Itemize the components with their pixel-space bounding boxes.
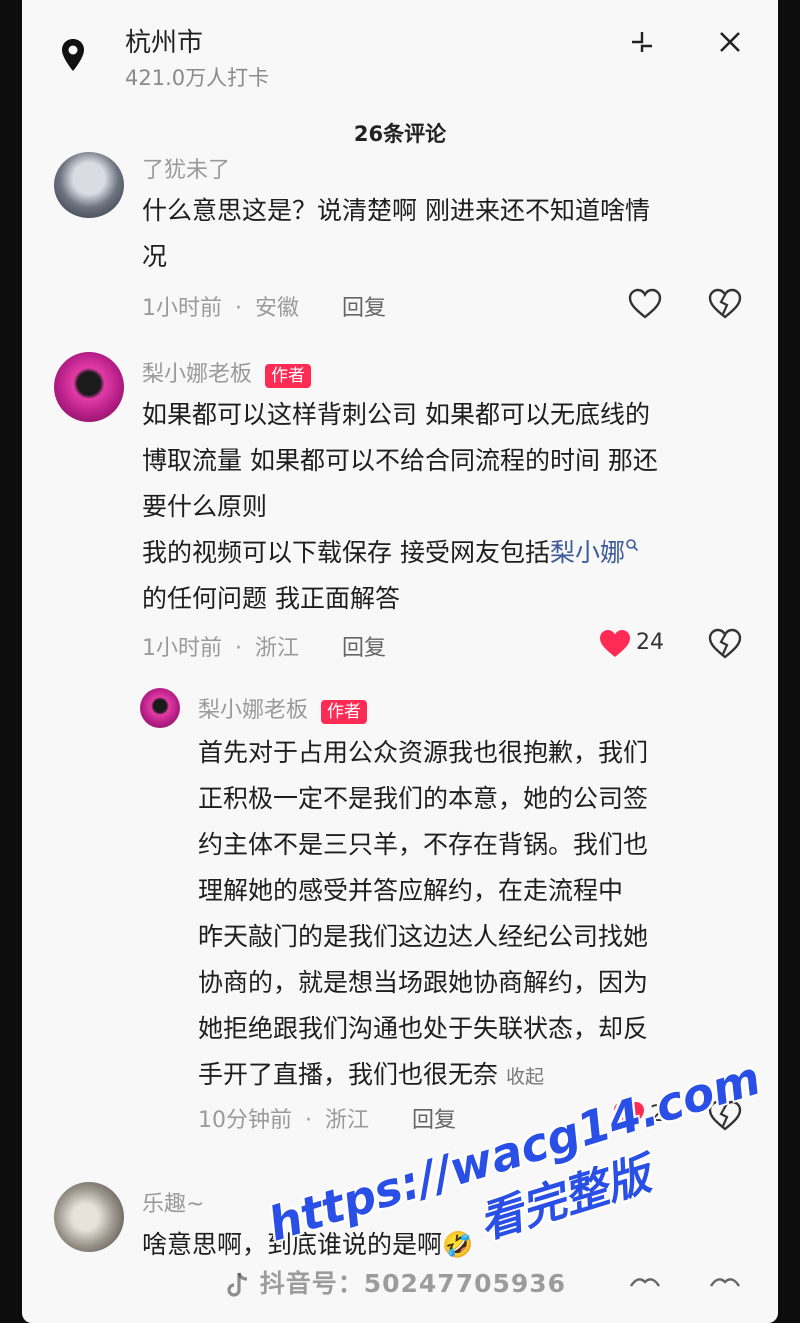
comment-text: 什么意思这是？说清楚啊 刚进来还不知道啥情 况 (142, 188, 762, 280)
comment-text-line: 首先对于占用公众资源我也很抱歉，我们 (198, 738, 649, 767)
mention-link[interactable]: 梨小娜 (550, 538, 625, 567)
comment-count: 26条评论 (353, 122, 447, 146)
comment-username[interactable]: 梨小娜老板 作者 (198, 692, 368, 724)
comment-meta: 1小时前 · 浙江 (142, 630, 299, 662)
comment-text-segment: 我的视频可以下载保存 接受网友包括 (142, 538, 550, 567)
comment-text-line: 什么意思这是？说清楚啊 刚进来还不知道啥情 (142, 196, 650, 225)
bottom-faded-icon (709, 1278, 741, 1287)
douyin-watermark: 抖音号：50247705936 (226, 1264, 566, 1300)
douyin-id: 抖音号：50247705936 (259, 1269, 567, 1298)
avatar[interactable] (54, 152, 124, 218)
comment-region: 浙江 (325, 1108, 370, 1133)
comment-text-line: 我的视频可以下载保存 接受网友包括梨小娜 (142, 530, 772, 576)
comment-username[interactable]: 乐趣~ (142, 1186, 204, 1218)
avatar[interactable] (54, 352, 124, 422)
bottom-faded-icon (629, 1278, 661, 1287)
comment-text-line: 协商的，就是想当场跟她协商解约，因为 (198, 968, 649, 997)
reply-button[interactable]: 回复 (342, 290, 386, 322)
avatar[interactable] (140, 688, 180, 728)
douyin-logo-icon (227, 1272, 248, 1297)
location-checkins: 421.0万人打卡 (125, 66, 270, 90)
comment-text-line: 的任何问题 我正面解答 (142, 584, 400, 613)
separator: · (305, 1108, 312, 1133)
username-text[interactable]: 梨小娜老板 (198, 698, 308, 723)
comment-text-line: 要什么原则 (142, 492, 268, 521)
comment-meta: 10分钟前 · 浙江 (198, 1102, 369, 1134)
reply-button[interactable]: 回复 (412, 1102, 456, 1134)
author-badge: 作者 (321, 700, 368, 724)
dislike-broken-heart-icon[interactable] (708, 288, 742, 320)
liked-heart-icon[interactable] (598, 628, 632, 660)
comment-time: 10分钟前 (198, 1108, 292, 1133)
comment-text-line: 博取流量 如果都可以不给合同流程的时间 那还 (142, 446, 658, 475)
collapse-icon[interactable] (628, 28, 656, 56)
comment-text-line: 她拒绝跟我们沟通也处于失联状态，却反 (198, 1014, 649, 1043)
comment-text: 首先对于占用公众资源我也很抱歉，我们 正积极一定不是我们的本意，她的公司签 约主… (198, 730, 758, 1100)
location-title[interactable]: 杭州市 (125, 22, 203, 59)
comment-region: 安徽 (255, 296, 300, 321)
close-icon[interactable] (716, 28, 744, 56)
like-count: 24 (636, 630, 664, 655)
comment-text: 如果都可以这样背刺公司 如果都可以无底线的 博取流量 如果都可以不给合同流程的时… (142, 392, 772, 622)
collapse-text-button[interactable]: 收起 (506, 1066, 544, 1088)
comment-text-line: 况 (142, 242, 168, 271)
comment-username[interactable]: 梨小娜老板 作者 (142, 356, 312, 388)
dislike-broken-heart-icon[interactable] (708, 628, 742, 660)
comment-region: 浙江 (255, 636, 300, 661)
comment-text-line: 约主体不是三只羊，不存在背锅。我们也 (198, 830, 649, 859)
comment-meta: 1小时前 · 安徽 (142, 290, 299, 322)
author-badge: 作者 (265, 364, 312, 388)
heart-icon[interactable] (628, 288, 662, 320)
username-text[interactable]: 梨小娜老板 (142, 362, 252, 387)
avatar[interactable] (54, 1182, 124, 1252)
reply-button[interactable]: 回复 (342, 630, 386, 662)
comment-username[interactable]: 了犹未了 (142, 152, 230, 184)
search-icon[interactable] (625, 538, 639, 552)
comment-time: 1小时前 (142, 636, 222, 661)
comment-text-line: 正积极一定不是我们的本意，她的公司签 (198, 784, 649, 813)
comment-text-line: 如果都可以这样背刺公司 如果都可以无底线的 (142, 400, 650, 429)
comment-text-line: 理解她的感受并答应解约，在走流程中 (198, 876, 624, 905)
location-pin-icon[interactable] (60, 38, 86, 72)
separator: · (235, 636, 242, 661)
comment-text-segment: 手开了直播，我们也很无奈 (198, 1060, 499, 1089)
comment-text-line: 昨天敲门的是我们这边达人经纪公司找她 (198, 922, 649, 951)
separator: · (235, 296, 242, 321)
comment-time: 1小时前 (142, 296, 222, 321)
